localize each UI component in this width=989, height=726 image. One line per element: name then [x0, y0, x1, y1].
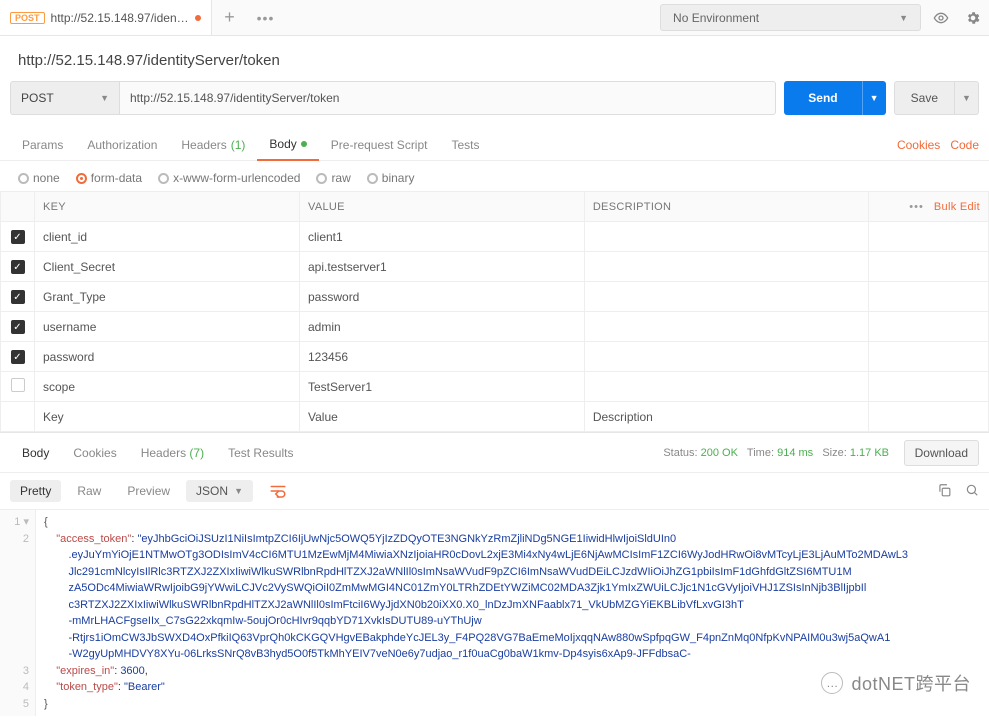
value-cell[interactable]: 123456: [300, 342, 585, 372]
radio-none[interactable]: none: [18, 171, 60, 185]
row-checkbox[interactable]: ✓: [11, 350, 25, 364]
radio-binary[interactable]: binary: [367, 171, 415, 185]
description-cell[interactable]: [584, 282, 868, 312]
viewer-preview[interactable]: Preview: [117, 480, 180, 502]
response-viewer-bar: Pretty Raw Preview JSON▼: [0, 472, 989, 509]
top-bar: POST http://52.15.148.97/identitySer + •…: [0, 0, 989, 36]
col-description: DESCRIPTION: [584, 192, 868, 222]
line-gutter: 1 ▾2345: [0, 510, 36, 716]
key-cell[interactable]: Client_Secret: [35, 252, 300, 282]
send-options-button[interactable]: ▼: [862, 81, 886, 115]
request-tab[interactable]: POST http://52.15.148.97/identitySer: [0, 0, 212, 35]
radio-urlencoded[interactable]: x-www-form-urlencoded: [158, 171, 300, 185]
environment-label: No Environment: [673, 11, 759, 25]
url-input[interactable]: http://52.15.148.97/identityServer/token: [119, 81, 776, 115]
wrap-toggle-icon[interactable]: [259, 479, 297, 503]
key-cell[interactable]: client_id: [35, 222, 300, 252]
table-row-new: KeyValueDescription: [1, 402, 989, 432]
response-body-viewer[interactable]: 1 ▾2345 { "access_token": "eyJhbGciOiJSU…: [0, 509, 989, 716]
value-cell[interactable]: api.testserver1: [300, 252, 585, 282]
radio-raw[interactable]: raw: [316, 171, 350, 185]
resp-tab-cookies[interactable]: Cookies: [61, 446, 128, 460]
key-cell[interactable]: username: [35, 312, 300, 342]
value-cell[interactable]: password: [300, 282, 585, 312]
bulk-edit-link[interactable]: Bulk Edit: [934, 201, 980, 213]
save-options-button[interactable]: ▼: [955, 81, 979, 115]
tab-headers[interactable]: Headers (1): [169, 129, 257, 161]
key-cell[interactable]: scope: [35, 372, 300, 402]
tab-pre-request-script[interactable]: Pre-request Script: [319, 129, 440, 161]
row-checkbox[interactable]: ✓: [11, 260, 25, 274]
tab-method-badge: POST: [10, 12, 45, 24]
row-checkbox[interactable]: ✓: [11, 230, 25, 244]
resp-tab-test-results[interactable]: Test Results: [216, 446, 305, 460]
row-checkbox[interactable]: ✓: [11, 320, 25, 334]
description-cell[interactable]: [584, 342, 868, 372]
request-line: POST ▼ http://52.15.148.97/identityServe…: [0, 81, 989, 129]
radio-form-data[interactable]: form-data: [76, 171, 142, 185]
description-cell[interactable]: [584, 222, 868, 252]
tab-title: http://52.15.148.97/identitySer: [51, 11, 191, 25]
tab-overflow-button[interactable]: •••: [248, 0, 284, 35]
viewer-lang-select[interactable]: JSON▼: [186, 480, 253, 502]
save-button[interactable]: Save: [894, 81, 955, 115]
chevron-down-icon: ▼: [899, 13, 908, 23]
environment-select[interactable]: No Environment ▼: [660, 4, 921, 31]
response-json: { "access_token": "eyJhbGciOiJSUzI1NiIsI…: [36, 510, 989, 716]
chevron-down-icon: ▼: [100, 93, 109, 103]
body-type-radios: none form-data x-www-form-urlencoded raw…: [0, 161, 989, 191]
key-cell[interactable]: Grant_Type: [35, 282, 300, 312]
table-row: ✓ Grant_Typepassword: [1, 282, 989, 312]
resp-tab-headers[interactable]: Headers (7): [129, 446, 216, 460]
table-row: ✓ Client_Secretapi.testserver1: [1, 252, 989, 282]
key-input[interactable]: Key: [35, 402, 300, 432]
send-button[interactable]: Send: [784, 81, 861, 115]
description-cell[interactable]: [584, 312, 868, 342]
viewer-pretty[interactable]: Pretty: [10, 480, 61, 502]
response-meta: Status: 200 OK Time: 914 ms Size: 1.17 K…: [663, 447, 889, 459]
col-value: VALUE: [300, 192, 585, 222]
response-tabs: Body Cookies Headers (7) Test Results St…: [0, 432, 989, 472]
row-checkbox[interactable]: ✓: [11, 290, 25, 304]
tab-authorization[interactable]: Authorization: [75, 129, 169, 161]
tab-body[interactable]: Body: [257, 129, 318, 161]
table-row: ✓ client_idclient1: [1, 222, 989, 252]
description-cell[interactable]: [584, 372, 868, 402]
row-checkbox[interactable]: [11, 378, 25, 392]
download-button[interactable]: Download: [904, 440, 979, 466]
tab-params[interactable]: Params: [10, 129, 75, 161]
search-response-icon[interactable]: [965, 483, 979, 500]
col-key: KEY: [35, 192, 300, 222]
code-link[interactable]: Code: [950, 138, 979, 152]
value-cell[interactable]: TestServer1: [300, 372, 585, 402]
table-row: ✓ password123456: [1, 342, 989, 372]
form-data-table: KEY VALUE DESCRIPTION ••• Bulk Edit ✓ cli…: [0, 191, 989, 432]
value-input[interactable]: Value: [300, 402, 585, 432]
request-title: http://52.15.148.97/identityServer/token: [0, 36, 989, 81]
col-check: [1, 192, 35, 222]
method-select[interactable]: POST ▼: [10, 81, 120, 115]
request-tabs: Params Authorization Headers (1) Body Pr…: [0, 129, 989, 161]
key-cell[interactable]: password: [35, 342, 300, 372]
settings-gear-icon[interactable]: [957, 0, 989, 35]
value-cell[interactable]: admin: [300, 312, 585, 342]
tab-tests[interactable]: Tests: [439, 129, 491, 161]
add-tab-button[interactable]: +: [212, 0, 248, 35]
kv-more-icon[interactable]: •••: [909, 201, 924, 213]
cookies-link[interactable]: Cookies: [897, 138, 940, 152]
value-cell[interactable]: client1: [300, 222, 585, 252]
environment-preview-icon[interactable]: [925, 0, 957, 35]
description-input[interactable]: Description: [584, 402, 868, 432]
viewer-raw[interactable]: Raw: [67, 480, 111, 502]
table-row: ✓ usernameadmin: [1, 312, 989, 342]
copy-response-icon[interactable]: [937, 483, 951, 500]
unsaved-dot-icon: [195, 15, 201, 21]
body-indicator-dot-icon: [301, 141, 307, 147]
description-cell[interactable]: [584, 252, 868, 282]
table-row: scopeTestServer1: [1, 372, 989, 402]
resp-tab-body[interactable]: Body: [10, 446, 61, 460]
